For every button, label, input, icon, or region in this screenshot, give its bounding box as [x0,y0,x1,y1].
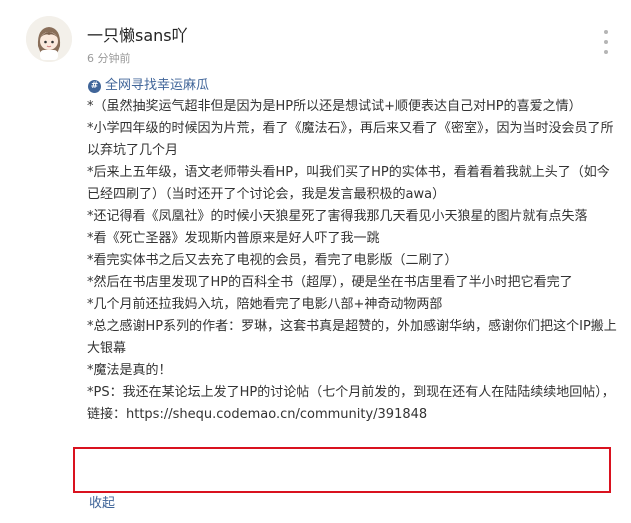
topic-link[interactable]: # 全网寻找幸运麻瓜 [88,77,209,95]
more-vertical-icon[interactable] [601,30,611,54]
post-paragraph-ps: *PS：我还在某论坛上发了HP的讨论帖（七个月前发的，到现在还有人在陆陆续续地回… [87,385,615,422]
avatar-image [26,16,72,62]
post-paragraph: *然后在书店里发现了HP的百科全书（超厚），硬是坐在书店里看了半小时把它看完了 [87,275,573,290]
post-paragraph: *（虽然抽奖运气超非但是因为是HP所以还是想试试+顺便表达自己对HP的喜爱之情） [87,99,582,114]
highlight-box [73,447,611,493]
post-time: 6 分钟前 [87,52,131,65]
topic-label: 全网寻找幸运麻瓜 [105,78,210,93]
hash-icon: # [88,79,101,93]
post-paragraph: *小学四年级的时候因为片荒，看了《魔法石》，再后来又看了《密室》，因为当时没会员… [87,121,614,158]
post-paragraph: *后来上五年级，语文老师带头看HP，叫我们买了HP的实体书，看着看着我就上头了（… [87,165,610,202]
post-paragraph: *几个月前还拉我妈入坑，陪她看完了电影八部+神奇动物两部 [87,297,443,312]
avatar[interactable] [26,16,72,62]
menu-dot [604,40,608,44]
menu-dot [604,30,608,34]
post-paragraph: *看《死亡圣器》发现斯内普原来是好人吓了我一跳 [87,231,380,246]
username[interactable]: 一只懒sans吖 [87,26,188,46]
collapse-link[interactable]: 收起 [89,494,115,514]
menu-dot [604,50,608,54]
post-paragraph: *总之感谢HP系列的作者：罗琳，这套书真是超赞的，外加感谢华纳，感谢你们把这个I… [87,319,617,356]
post-content: *（虽然抽奖运气超非但是因为是HP所以还是想试试+顺便表达自己对HP的喜爱之情）… [87,96,621,426]
post-paragraph: *魔法是真的！ [87,363,172,378]
post-paragraph: *看完实体书之后又去充了电视的会员，看完了电影版（二刷了） [87,253,458,268]
post-paragraph: *还记得看《凤凰社》的时候小天狼星死了害得我那几天看见小天狼星的图片就有点失落 [87,209,588,224]
